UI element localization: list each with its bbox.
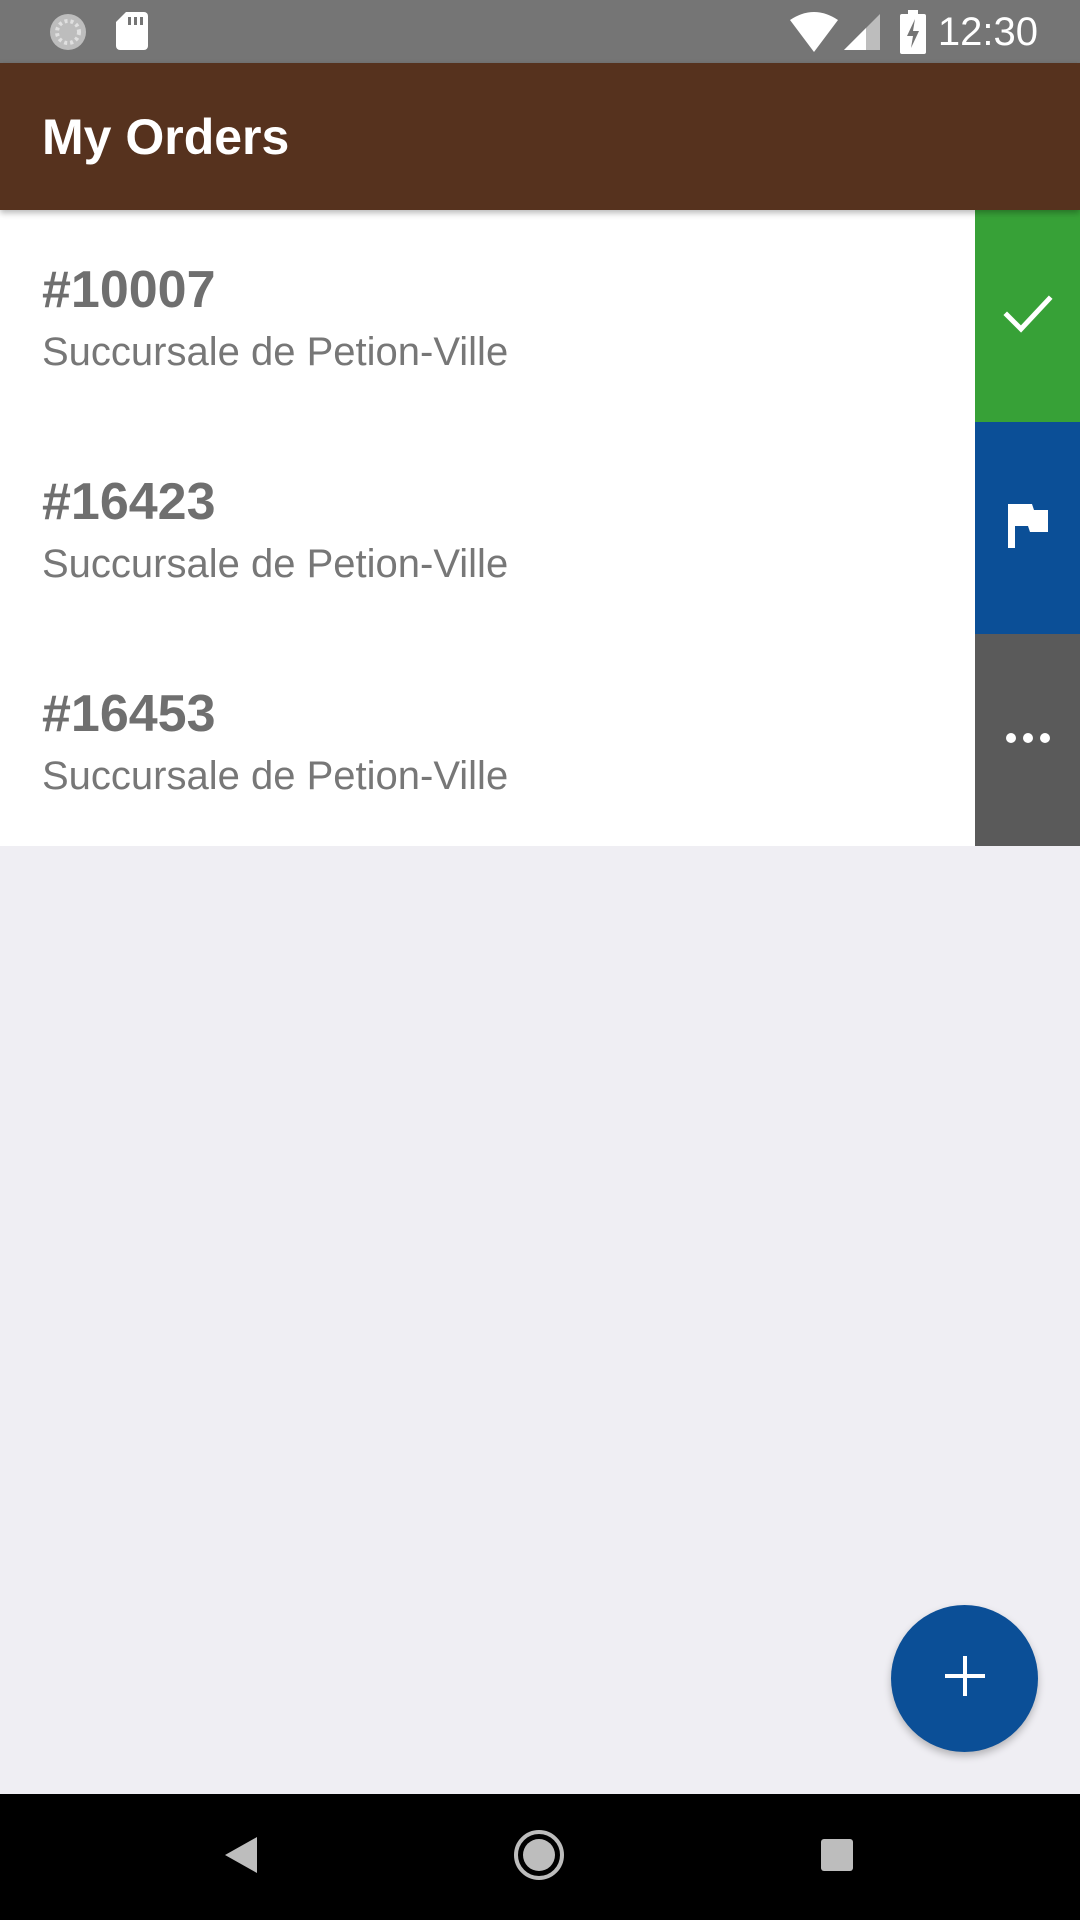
recents-button[interactable] bbox=[802, 1822, 872, 1892]
sd-card-icon bbox=[116, 12, 148, 50]
order-branch: Succursale de Petion-Ville bbox=[42, 542, 509, 586]
back-icon bbox=[223, 1835, 259, 1880]
order-list-item[interactable]: #16423 Succursale de Petion-Ville bbox=[0, 422, 975, 634]
sync-icon bbox=[48, 12, 88, 52]
more-horizontal-icon bbox=[1005, 731, 1051, 749]
order-number: #16453 bbox=[42, 685, 216, 743]
status-time: 12:30 bbox=[937, 10, 1038, 54]
app-bar: My Orders bbox=[0, 63, 1080, 210]
status-bar: 12:30 bbox=[0, 0, 1080, 63]
back-button[interactable] bbox=[206, 1822, 276, 1892]
more-options-button[interactable] bbox=[975, 634, 1080, 846]
battery-charging-icon bbox=[900, 10, 926, 54]
home-icon bbox=[512, 1828, 566, 1887]
order-branch: Succursale de Petion-Ville bbox=[42, 754, 509, 798]
flag-order-button[interactable] bbox=[975, 422, 1080, 634]
recents-icon bbox=[819, 1837, 855, 1878]
order-branch: Succursale de Petion-Ville bbox=[42, 330, 509, 374]
check-icon bbox=[1001, 287, 1055, 346]
order-list: #10007 Succursale de Petion-Ville #16423… bbox=[0, 210, 975, 846]
swipe-actions bbox=[975, 210, 1080, 846]
system-nav-bar bbox=[0, 1794, 1080, 1920]
order-number: #16423 bbox=[42, 473, 216, 531]
page-title: My Orders bbox=[42, 109, 290, 165]
cell-signal-icon bbox=[844, 14, 880, 50]
order-number: #10007 bbox=[42, 261, 216, 319]
order-list-item[interactable]: #10007 Succursale de Petion-Ville bbox=[0, 210, 975, 422]
home-button[interactable] bbox=[504, 1822, 574, 1892]
flag-icon bbox=[1006, 502, 1050, 555]
wifi-icon bbox=[790, 12, 838, 52]
order-list-item[interactable]: #16453 Succursale de Petion-Ville bbox=[0, 634, 975, 846]
add-order-button[interactable] bbox=[891, 1605, 1038, 1752]
complete-order-button[interactable] bbox=[975, 210, 1080, 422]
plus-icon bbox=[943, 1654, 987, 1703]
